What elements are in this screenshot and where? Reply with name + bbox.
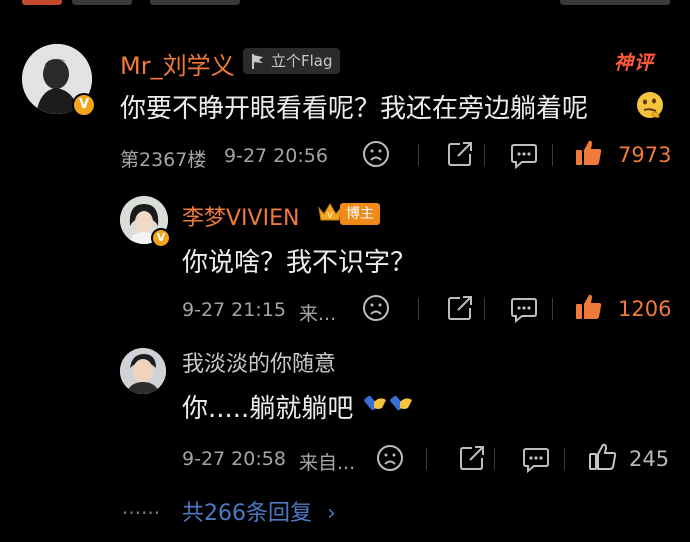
thumbs-up-icon <box>576 294 602 319</box>
reply-button[interactable] <box>510 141 538 169</box>
comment-text: 你要不睁开眼看看呢？我还在旁边躺着呢 <box>120 94 589 124</box>
divider <box>426 448 427 470</box>
reply-button[interactable] <box>522 445 550 473</box>
divider <box>552 144 553 166</box>
comment-floor: 第2367楼 <box>120 149 207 171</box>
divider <box>494 448 495 470</box>
thumbs-up-icon <box>576 140 602 165</box>
more-replies-label: 共266条回复 <box>182 501 312 526</box>
reply-text: 你.....躺就躺吧 <box>182 394 354 424</box>
dislike-button[interactable] <box>362 294 390 322</box>
reply-time: 9-27 20:58 <box>182 448 286 470</box>
divider <box>552 298 553 320</box>
divider <box>484 298 485 320</box>
more-dots: ...... <box>122 495 161 519</box>
reply-source: 来自... <box>299 452 356 474</box>
reply-time: 9-27 21:15 <box>182 299 286 321</box>
thumbs-up-icon <box>589 443 617 470</box>
like-button[interactable] <box>574 292 604 322</box>
handshake-emoji <box>364 390 416 424</box>
hot-comment-badge: 神评 <box>614 52 655 74</box>
reply-text: 你说啥？我不识字？ <box>182 248 417 278</box>
comment-icon <box>511 144 537 169</box>
thinking-emoji <box>635 90 665 124</box>
flag-icon <box>250 52 266 78</box>
like-button[interactable] <box>588 442 618 472</box>
like-count: 7973 <box>618 143 672 167</box>
verified-v-icon: V <box>151 228 171 248</box>
top-cutoff-strip <box>0 0 690 10</box>
more-replies-link[interactable]: 共266条回复 › <box>182 495 336 527</box>
sad-face-icon <box>377 445 403 471</box>
like-button[interactable] <box>574 138 604 168</box>
verified-v-icon: V <box>72 93 96 117</box>
chevron-right-icon: › <box>327 501 336 526</box>
divider <box>418 298 419 320</box>
dislike-button[interactable] <box>362 140 390 168</box>
reply-source: 来... <box>299 303 337 325</box>
divider <box>484 144 485 166</box>
share-icon <box>460 446 484 470</box>
divider <box>564 448 565 470</box>
sad-face-icon <box>363 295 389 321</box>
avatar-portrait <box>120 348 166 394</box>
sad-face-icon <box>363 141 389 167</box>
avatar[interactable] <box>120 348 166 394</box>
like-count: 245 <box>629 447 670 471</box>
like-count: 1206 <box>618 297 672 321</box>
svg-text:V: V <box>327 211 333 220</box>
share-button[interactable] <box>446 140 474 168</box>
flag-tag[interactable]: 立个Flag <box>243 48 340 74</box>
comment-username[interactable]: Mr_刘学义 <box>120 46 235 81</box>
comment-icon <box>523 448 549 473</box>
reply-username[interactable]: 李梦VIVIEN <box>182 200 299 232</box>
reply-username[interactable]: 我淡淡的你随意 <box>182 346 336 378</box>
flag-tag-label: 立个Flag <box>271 52 333 70</box>
share-button[interactable] <box>446 294 474 322</box>
share-icon <box>448 142 472 166</box>
dislike-button[interactable] <box>376 444 404 472</box>
divider <box>418 144 419 166</box>
blogger-tag: 博主 <box>340 203 380 225</box>
share-icon <box>448 296 472 320</box>
comment-time: 9-27 20:56 <box>224 145 328 167</box>
reply-button[interactable] <box>510 295 538 323</box>
share-button[interactable] <box>458 444 486 472</box>
comment-icon <box>511 298 537 323</box>
